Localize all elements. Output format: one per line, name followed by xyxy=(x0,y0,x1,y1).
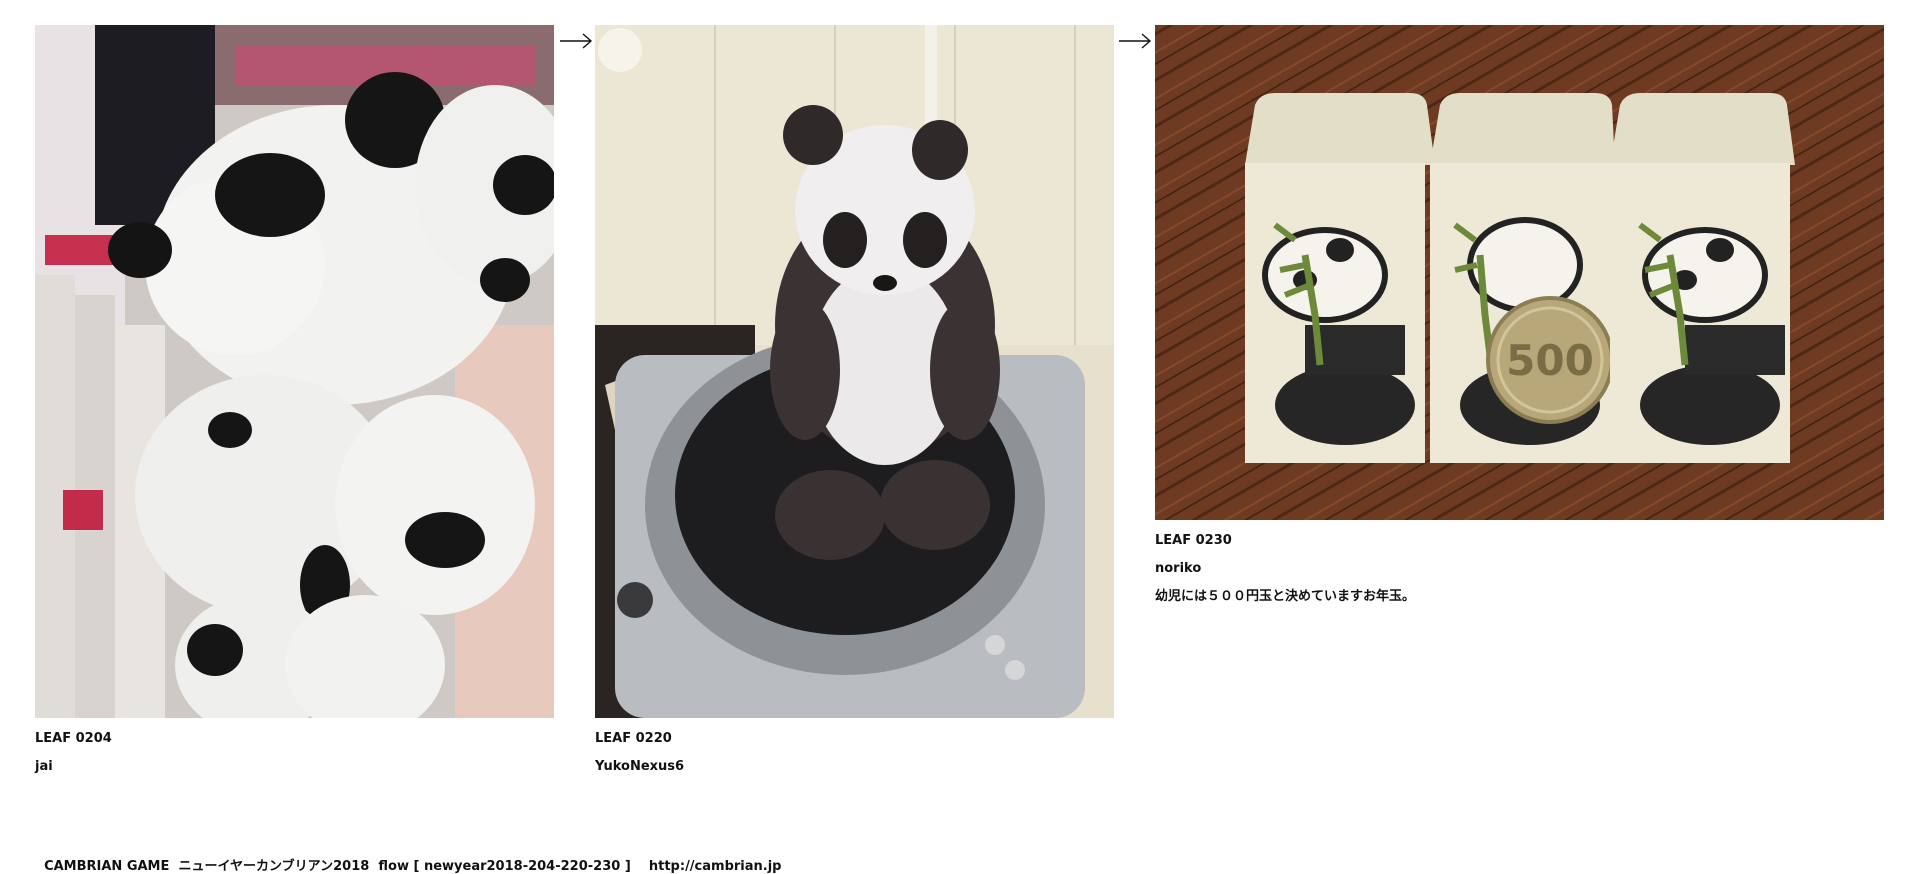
envelope xyxy=(1610,93,1795,463)
leaf-author[interactable]: jai xyxy=(35,759,554,775)
leaf-id[interactable]: LEAF 0204 xyxy=(35,731,554,747)
leaf-card-0230: 500 LEAF 0230 noriko 幼児には５００円玉と決めていますお年玉… xyxy=(1155,25,1884,605)
leaf-card-0220: LEAF 0220 YukoNexus6 xyxy=(595,25,1114,775)
leaf-author[interactable]: YukoNexus6 xyxy=(595,759,1114,775)
panda-envelopes-image: 500 xyxy=(1155,25,1884,520)
footer: CAMBRIAN GAME ニューイヤーカンブリアン2018 flow [ ne… xyxy=(35,840,781,874)
panda-toy-image xyxy=(595,25,1114,718)
leaf-photo-0204[interactable] xyxy=(35,25,554,718)
leaf-photo-0230[interactable]: 500 xyxy=(1155,25,1884,520)
leaf-author[interactable]: noriko xyxy=(1155,561,1884,577)
leaf-id[interactable]: LEAF 0230 xyxy=(1155,533,1884,549)
leaf-comment: 幼児には５００円玉と決めていますお年玉。 xyxy=(1155,589,1416,604)
leaf-caption-0220: LEAF 0220 YukoNexus6 xyxy=(595,731,1114,775)
envelope xyxy=(1245,93,1435,463)
leaf-caption-0230: LEAF 0230 noriko 幼児には５００円玉と決めていますお年玉。 xyxy=(1155,533,1884,605)
panda-hats-image xyxy=(35,25,554,718)
leaf-photo-0220[interactable] xyxy=(595,25,1114,718)
leaf-id[interactable]: LEAF 0220 xyxy=(595,731,1114,747)
right-arrow-icon xyxy=(1119,33,1152,49)
leaf-caption-0204: LEAF 0204 jai xyxy=(35,731,554,775)
right-arrow-icon xyxy=(560,33,593,49)
envelope: 500 xyxy=(1430,93,1615,463)
leaf-card-0204: LEAF 0204 jai xyxy=(35,25,554,775)
svg-text:500: 500 xyxy=(1506,336,1594,385)
